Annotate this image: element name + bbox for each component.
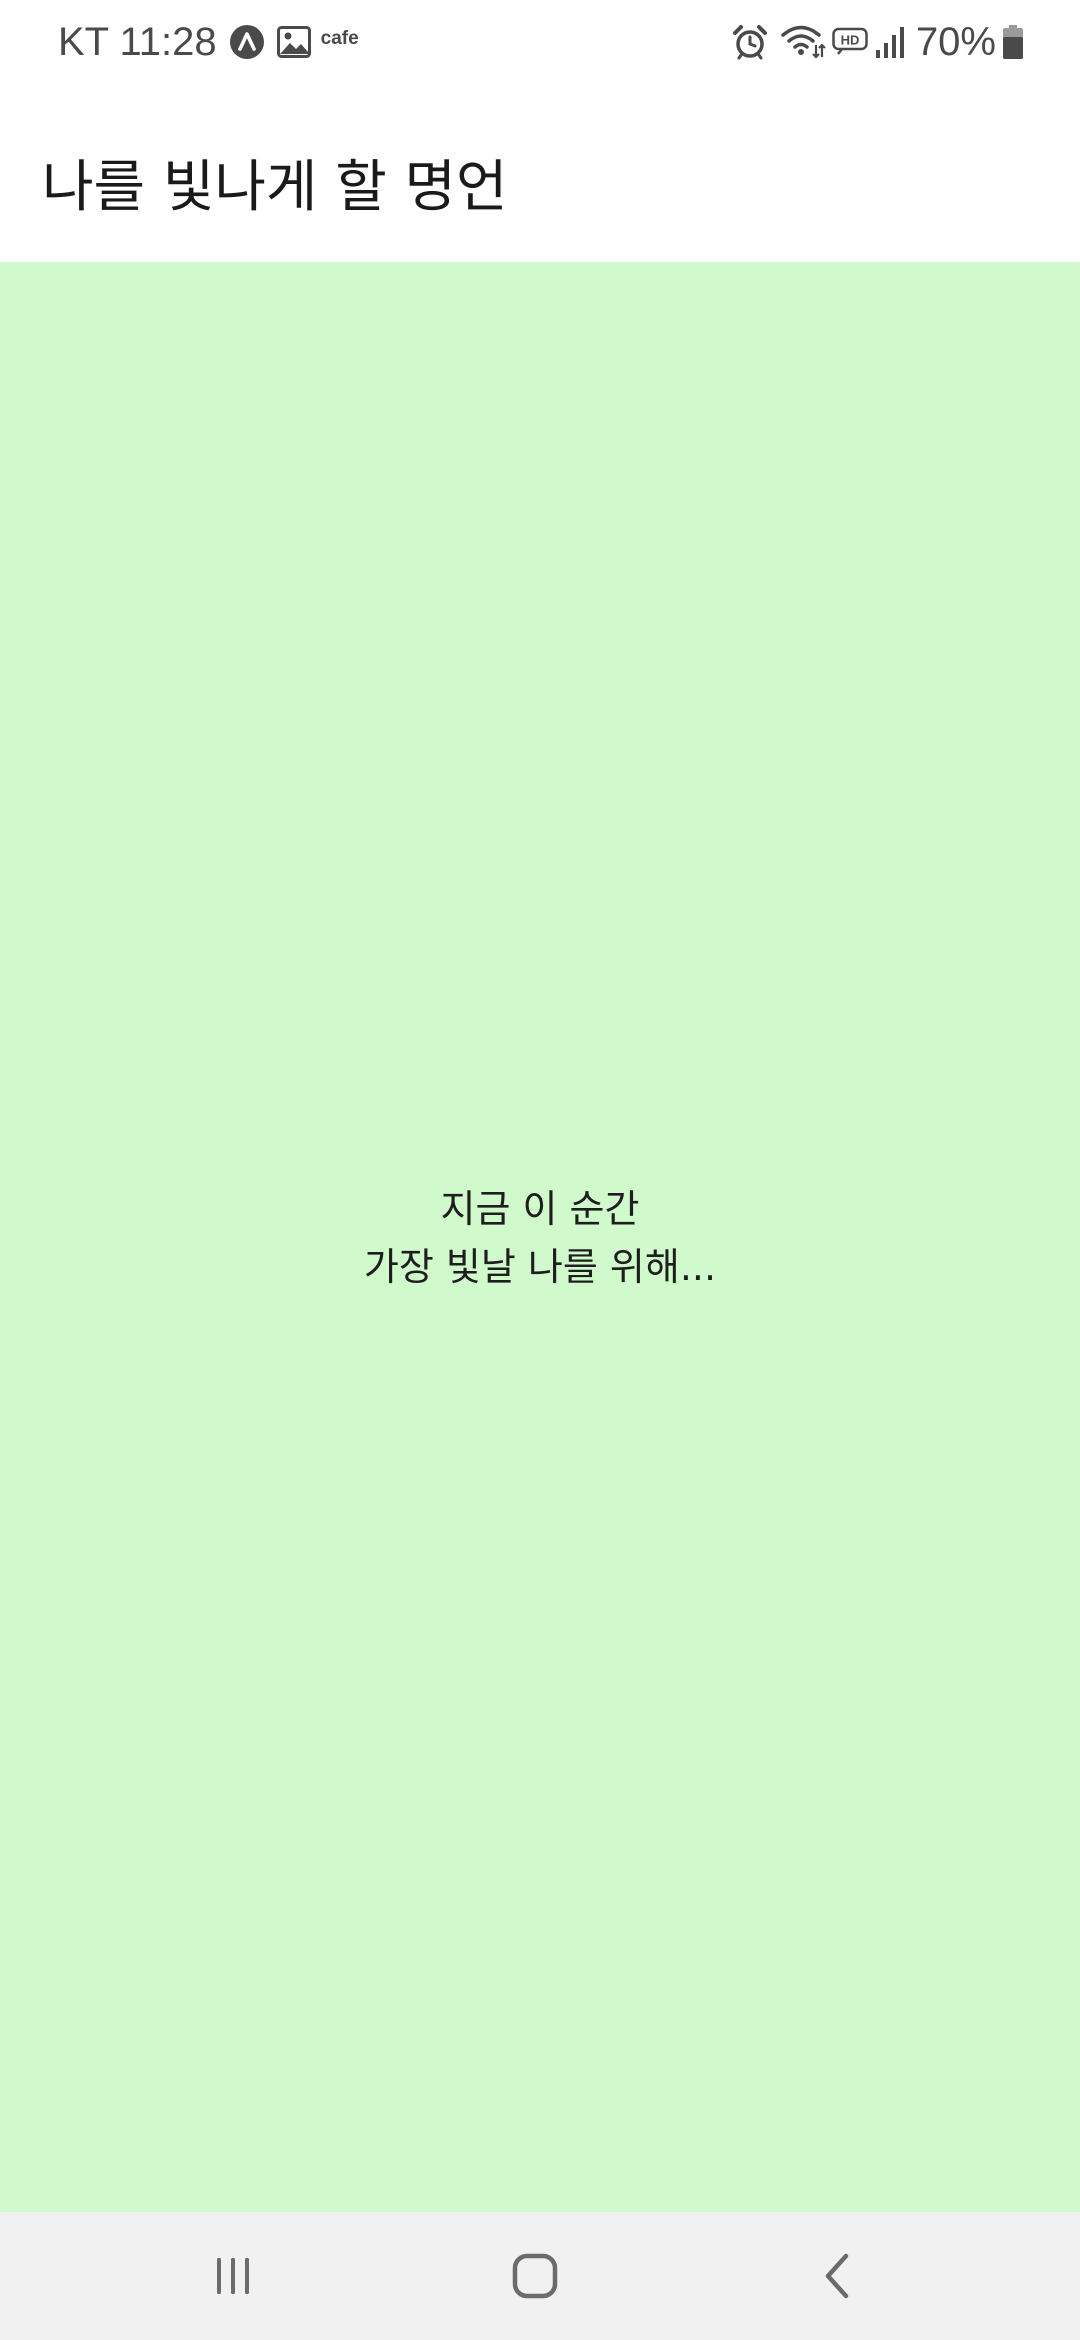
navigation-bar (0, 2212, 1080, 2340)
wifi-icon (780, 23, 826, 61)
app-bar: 나를 빛나게 할 명언 (0, 84, 1080, 262)
alarm-icon (732, 24, 768, 60)
recent-apps-button[interactable] (153, 2212, 313, 2340)
svg-text:HD: HD (841, 33, 860, 48)
back-button[interactable] (758, 2212, 918, 2340)
status-bar-left: KT 11:28 cafe (58, 18, 359, 66)
image-icon (276, 26, 311, 58)
status-bar: KT 11:28 cafe HD 70% (0, 0, 1080, 84)
home-icon (512, 2253, 558, 2299)
quote-container[interactable]: 지금 이 순간 가장 빛날 나를 위해... (0, 262, 1080, 2212)
hd-icon: HD (832, 26, 868, 58)
phone-screen: KT 11:28 cafe HD 70% 나를 빛나게 할 명언 지금 이 순간… (0, 0, 1080, 2340)
recent-apps-icon (217, 2258, 249, 2294)
home-button[interactable] (455, 2212, 615, 2340)
quote-text: 지금 이 순간 가장 빛날 나를 위해... (0, 1180, 1080, 1296)
signal-icon (874, 24, 906, 60)
carrier-time: KT 11:28 (58, 19, 217, 64)
back-icon (825, 2253, 849, 2299)
status-bar-right: HD 70% (732, 18, 1024, 66)
page-title: 나를 빛나게 할 명언 (42, 155, 508, 220)
app-a-icon (229, 24, 265, 60)
battery-percent: 70% (915, 19, 996, 64)
quote-line-1: 지금 이 순간 (440, 1187, 640, 1231)
battery-icon (1002, 24, 1024, 60)
notification-label: cafe (320, 28, 359, 49)
quote-line-2: 가장 빛날 나를 위해... (363, 1245, 717, 1289)
